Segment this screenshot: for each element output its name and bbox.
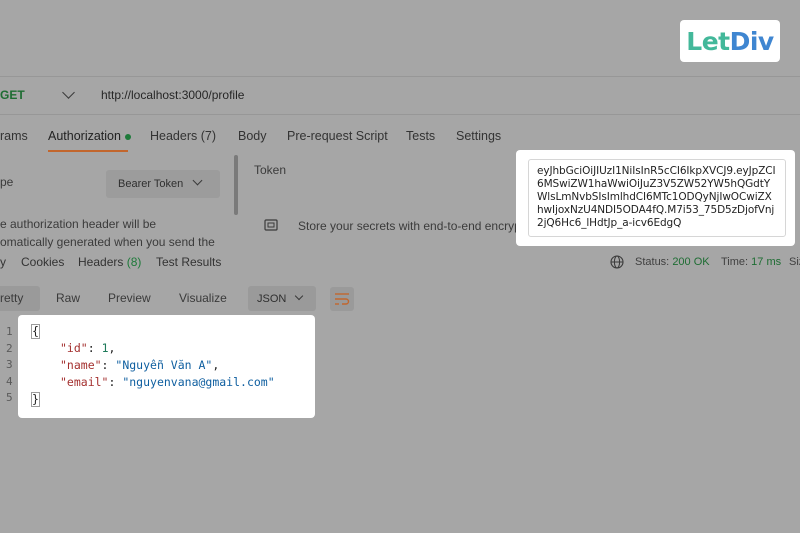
globe-icon[interactable] bbox=[610, 255, 624, 272]
tab-body[interactable]: Body bbox=[238, 129, 267, 143]
response-tab-test-results[interactable]: Test Results bbox=[156, 255, 221, 269]
logo-text-let: Let bbox=[686, 26, 730, 56]
chevron-down-icon[interactable] bbox=[62, 86, 75, 99]
format-select[interactable]: JSON bbox=[248, 286, 316, 311]
time-value: 17 ms bbox=[751, 256, 782, 268]
view-tab-pretty[interactable]: retty bbox=[0, 291, 23, 305]
response-tab-headers-label: Headers bbox=[78, 255, 124, 269]
json-value-name: "Nguyễn Văn A" bbox=[115, 358, 213, 372]
json-close-brace: } bbox=[31, 392, 40, 407]
status-indicator[interactable]: Status: 200 OK bbox=[635, 256, 710, 268]
tab-pre-request-script[interactable]: Pre-request Script bbox=[287, 129, 388, 143]
tab-authorization-label: Authorization bbox=[48, 129, 121, 143]
line-number: 3 bbox=[6, 358, 13, 371]
size-indicator[interactable]: Siz bbox=[789, 256, 800, 268]
format-value: JSON bbox=[257, 292, 287, 305]
response-headers-count: (8) bbox=[126, 255, 142, 269]
code-line: { bbox=[31, 324, 40, 339]
code-line: } bbox=[31, 392, 40, 407]
token-highlight-card: eyJhbGciOiJIUzI1NiIsInR5cCI6IkpXVCJ9.eyJ… bbox=[516, 150, 795, 246]
chevron-down-icon bbox=[294, 291, 304, 301]
active-tab-underline bbox=[48, 150, 128, 152]
auth-type-label: pe bbox=[0, 175, 14, 189]
json-key-email: "email" bbox=[60, 375, 109, 389]
line-number: 1 bbox=[6, 325, 13, 338]
auth-description-line1: e authorization header will be bbox=[0, 217, 157, 231]
auth-type-select[interactable]: Bearer Token bbox=[106, 170, 220, 198]
logo-text-div: Div bbox=[729, 26, 775, 56]
response-tab-cookies[interactable]: Cookies bbox=[21, 255, 64, 269]
response-tab-body[interactable]: y bbox=[0, 255, 6, 269]
chevron-down-icon bbox=[192, 175, 203, 186]
status-value: 200 OK bbox=[672, 256, 710, 268]
time-indicator[interactable]: Time: 17 ms bbox=[721, 256, 781, 268]
view-tab-visualize[interactable]: Visualize bbox=[179, 291, 227, 305]
json-key-name: "name" bbox=[60, 358, 102, 372]
code-line: "email": "nguyenvana@gmail.com" bbox=[60, 375, 275, 389]
response-tab-headers[interactable]: Headers (8) bbox=[78, 255, 141, 269]
line-number: 4 bbox=[6, 375, 13, 388]
auth-description-line2: omatically generated when you send the bbox=[0, 235, 215, 249]
letdiv-logo: Let Div bbox=[680, 20, 780, 62]
view-tab-raw[interactable]: Raw bbox=[56, 291, 80, 305]
time-label: Time: bbox=[721, 256, 749, 268]
method-select[interactable]: GET bbox=[0, 88, 25, 102]
divider bbox=[0, 114, 800, 115]
code-line: "id": 1, bbox=[60, 341, 116, 355]
response-body-highlight-card: { "id": 1, "name": "Nguyễn Văn A", "emai… bbox=[18, 315, 315, 418]
vault-icon bbox=[264, 218, 278, 235]
status-label: Status: bbox=[635, 256, 670, 268]
token-label: Token bbox=[254, 163, 287, 177]
divider bbox=[0, 76, 800, 77]
tab-authorization[interactable]: Authorization bbox=[48, 129, 131, 143]
tab-params[interactable]: rams bbox=[0, 129, 28, 143]
wrap-lines-icon[interactable] bbox=[330, 287, 354, 311]
view-tab-preview[interactable]: Preview bbox=[108, 291, 151, 305]
tab-tests[interactable]: Tests bbox=[406, 129, 435, 143]
json-open-brace: { bbox=[31, 324, 40, 339]
tab-settings[interactable]: Settings bbox=[456, 129, 501, 143]
pane-resize-handle[interactable] bbox=[234, 155, 238, 215]
line-number: 5 bbox=[6, 391, 13, 404]
line-number: 2 bbox=[6, 342, 13, 355]
active-indicator-dot bbox=[124, 133, 131, 140]
secrets-hint[interactable]: Store your secrets with end-to-end encry… bbox=[298, 219, 524, 233]
url-input[interactable]: http://localhost:3000/profile bbox=[101, 88, 244, 102]
json-key-id: "id" bbox=[60, 341, 88, 355]
token-input[interactable]: eyJhbGciOiJIUzI1NiIsInR5cCI6IkpXVCJ9.eyJ… bbox=[528, 159, 786, 237]
json-value-email: "nguyenvana@gmail.com" bbox=[122, 375, 275, 389]
auth-type-value: Bearer Token bbox=[118, 178, 184, 190]
json-value-id: 1 bbox=[101, 341, 109, 355]
tab-headers[interactable]: Headers (7) bbox=[150, 129, 216, 143]
code-line: "name": "Nguyễn Văn A", bbox=[60, 358, 220, 372]
